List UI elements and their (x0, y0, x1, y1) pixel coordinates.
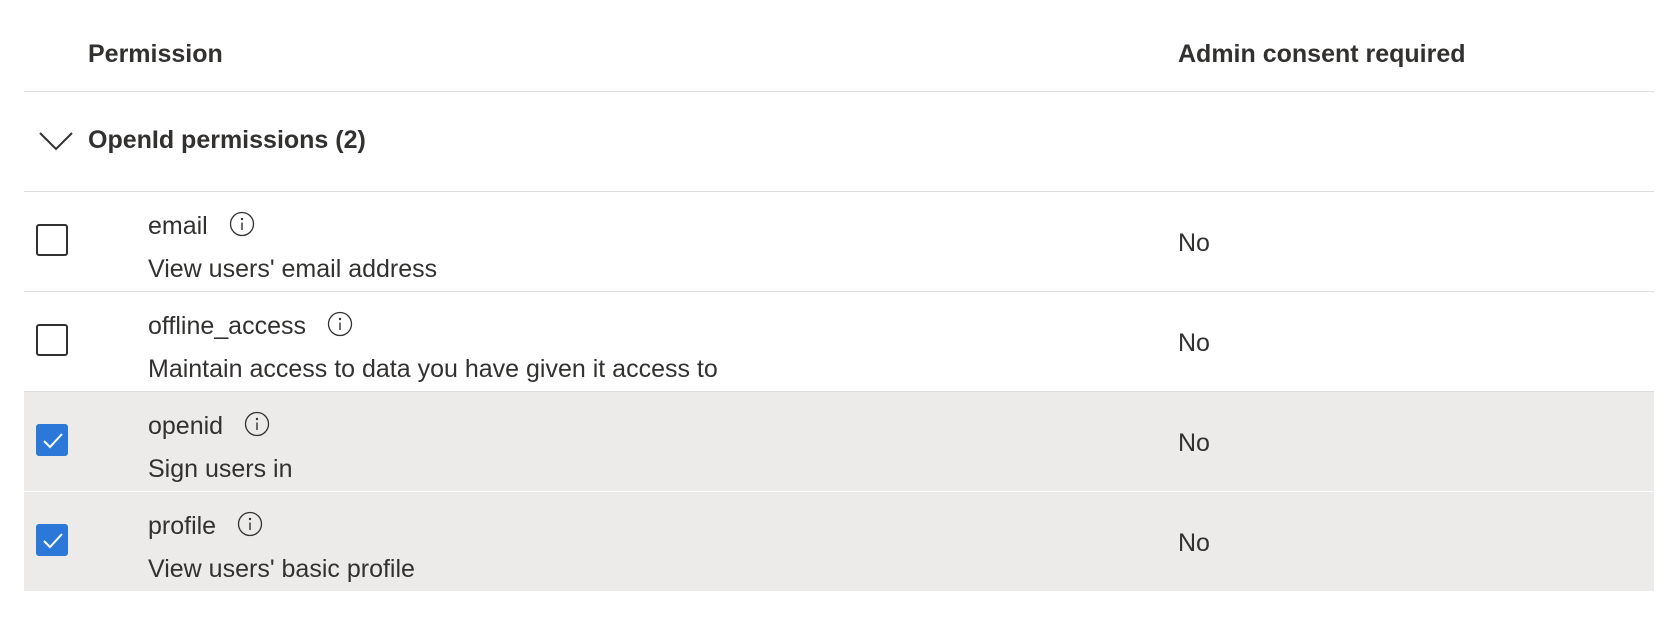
permission-name-cell: email (148, 212, 255, 241)
permission-row-openid[interactable]: openid Sign users in No (24, 392, 1654, 492)
permission-description: View users' basic profile (148, 555, 415, 583)
row-checkbox[interactable] (36, 524, 68, 556)
row-checkbox[interactable] (36, 224, 68, 256)
permission-row-email[interactable]: email View users' email address No (24, 192, 1654, 292)
permission-name: profile (148, 512, 217, 540)
info-icon[interactable] (327, 311, 353, 337)
admin-consent-value: No (1178, 429, 1210, 457)
permission-name-cell: openid (148, 412, 270, 441)
admin-consent-value: No (1178, 329, 1210, 357)
row-checkbox[interactable] (36, 424, 68, 456)
admin-consent-value: No (1178, 529, 1210, 557)
checkmark-icon (43, 533, 63, 549)
permission-name: email (148, 212, 208, 240)
permission-name-cell: profile (148, 512, 263, 541)
permission-description: Maintain access to data you have given i… (148, 355, 718, 383)
permission-description: Sign users in (148, 455, 293, 483)
permission-name: offline_access (148, 312, 306, 340)
checkmark-icon (43, 433, 63, 449)
chevron-down-icon[interactable] (38, 130, 74, 152)
info-icon[interactable] (244, 411, 270, 437)
permission-name: openid (148, 412, 224, 440)
permission-row-profile[interactable]: profile View users' basic profile No (24, 492, 1654, 592)
permission-description: View users' email address (148, 255, 438, 283)
info-icon[interactable] (229, 211, 255, 237)
admin-consent-value: No (1178, 229, 1210, 257)
column-header-admin-consent[interactable]: Admin consent required (1178, 40, 1466, 69)
group-header-openid-permissions[interactable]: OpenId permissions (2) (24, 92, 1654, 192)
permission-name-cell: offline_access (148, 312, 353, 341)
info-icon[interactable] (237, 511, 263, 537)
permission-row-offline-access[interactable]: offline_access Maintain access to data y… (24, 292, 1654, 392)
permissions-table: Permission Admin consent required OpenId… (24, 0, 1654, 592)
column-header-permission[interactable]: Permission (88, 40, 223, 69)
row-checkbox[interactable] (36, 324, 68, 356)
table-header: Permission Admin consent required (24, 0, 1654, 92)
group-label: OpenId permissions (2) (88, 126, 366, 154)
